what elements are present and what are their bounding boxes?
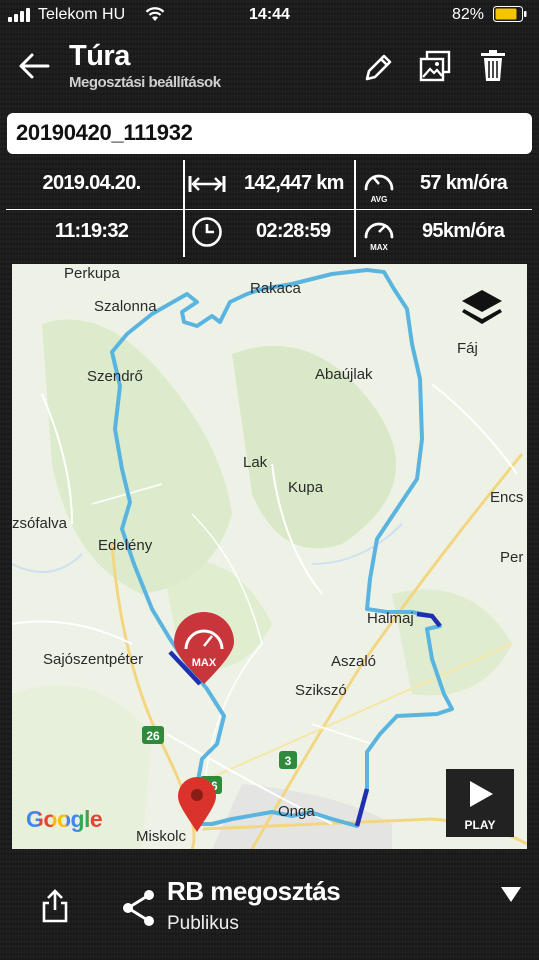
map-canvas[interactable]: 26 3 26 Perkupa Szalonna Rakaca Fáj Szen…: [12, 264, 527, 849]
page-title: Túra: [69, 40, 130, 72]
share-network-icon: [123, 890, 154, 926]
place-label: Kupa: [288, 479, 324, 496]
place-label: Halmaj: [367, 610, 414, 627]
share-title[interactable]: RB megosztás: [167, 876, 341, 907]
track-start-time: 11:19:32: [54, 220, 129, 242]
place-label: Aszaló: [331, 653, 376, 670]
road-badge-26: 26: [146, 729, 160, 743]
place-label: Lak: [243, 454, 268, 471]
place-label: Miskolc: [136, 828, 187, 845]
clock-icon: [192, 217, 222, 247]
duration-value: 02:28:59: [256, 220, 331, 242]
avg-label: AVG: [371, 195, 388, 204]
pencil-icon[interactable]: [363, 51, 395, 83]
place-label: Edelény: [98, 537, 153, 554]
place-label: Encs: [490, 489, 523, 506]
google-logo: Google: [26, 806, 103, 832]
play-button[interactable]: PLAY: [446, 769, 514, 837]
stats-column-divider: [354, 160, 356, 257]
avg-speed-value: 57 km/óra: [420, 172, 508, 194]
place-label: Rakaca: [250, 280, 302, 297]
place-label: zsófalva: [12, 515, 68, 532]
image-icon[interactable]: [418, 49, 452, 83]
status-bar: Telekom HU 14:44 82%: [0, 0, 539, 30]
place-label: Sajószentpéter: [43, 651, 143, 668]
place-label: Szendrő: [87, 368, 143, 385]
distance-value: 142,447 km: [244, 172, 344, 194]
place-label: Perkupa: [64, 265, 121, 282]
place-label: Fáj: [457, 340, 478, 357]
max-speed-icon: MAX: [364, 222, 394, 252]
place-label: Abaújlak: [315, 366, 373, 383]
track-name-field[interactable]: 20190420_111932: [7, 113, 532, 154]
share-visibility[interactable]: Publikus: [167, 913, 239, 935]
distance-icon: [188, 176, 226, 192]
trash-icon[interactable]: [479, 49, 507, 83]
chevron-down-icon[interactable]: [499, 885, 523, 903]
max-marker-label: MAX: [192, 657, 217, 669]
battery-icon: [493, 6, 527, 22]
route-map[interactable]: 26 3 26 Perkupa Szalonna Rakaca Fáj Szen…: [12, 264, 527, 849]
place-label: Szalonna: [94, 298, 157, 315]
max-speed-value: 95km/óra: [422, 220, 505, 242]
place-label: Onga: [278, 803, 315, 820]
share-icon[interactable]: [40, 888, 70, 924]
back-arrow-icon[interactable]: [18, 52, 50, 80]
avg-speed-icon: AVG: [364, 174, 394, 204]
place-label: Per: [500, 549, 523, 566]
place-label: Szikszó: [295, 682, 347, 699]
max-label: MAX: [370, 243, 388, 252]
play-label: PLAY: [465, 818, 496, 832]
page-subtitle: Megosztási beállítások: [69, 74, 221, 91]
road-badge-3: 3: [285, 754, 292, 768]
battery-percent: 82%: [452, 6, 485, 23]
track-date: 2019.04.20.: [42, 172, 142, 194]
stats-column-divider: [183, 160, 185, 257]
stats-divider: [6, 209, 532, 210]
